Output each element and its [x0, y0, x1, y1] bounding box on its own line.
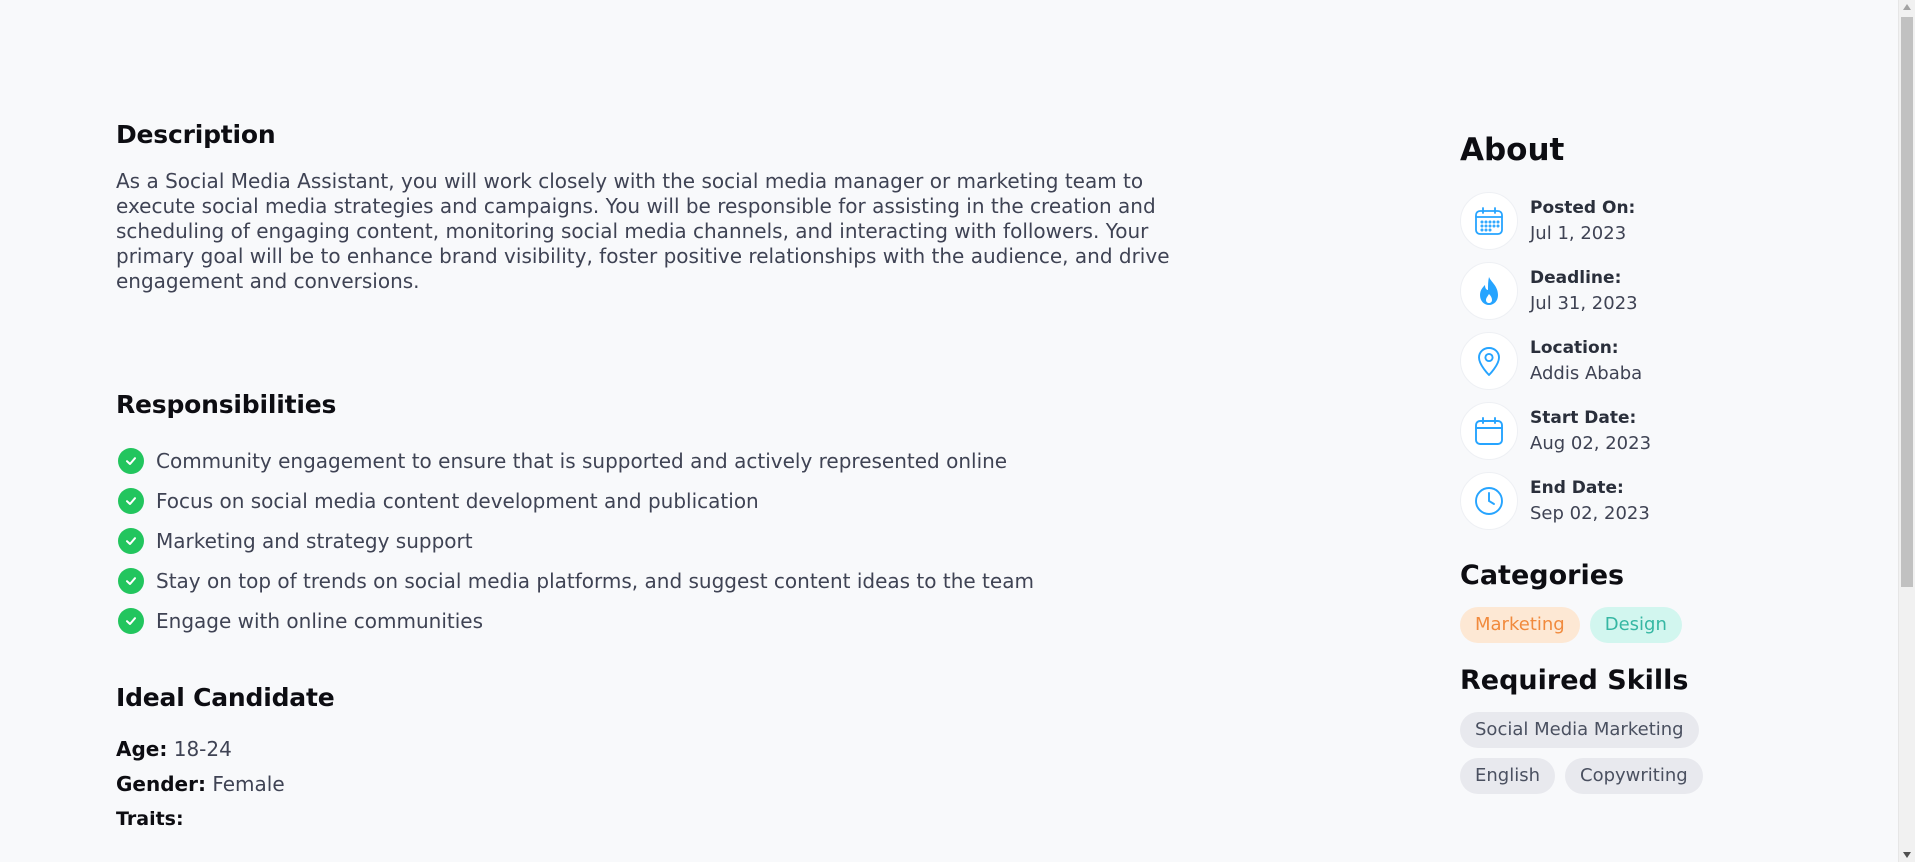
about-label: Posted On: — [1530, 198, 1636, 218]
check-circle-icon — [118, 608, 144, 634]
scroll-down-arrow-icon[interactable] — [1903, 852, 1911, 858]
responsibilities-title: Responsibilities — [116, 390, 337, 419]
about-label: Location: — [1530, 338, 1619, 358]
calendar-icon — [1460, 402, 1518, 460]
responsibility-text: Marketing and strategy support — [156, 529, 473, 553]
about-title: About — [1460, 132, 1565, 168]
about-item-deadline: Deadline: Jul 31, 2023 — [1460, 256, 1760, 326]
gender-row: Gender: Female — [116, 767, 1226, 802]
about-label: Deadline: — [1530, 268, 1622, 288]
fire-icon — [1460, 262, 1518, 320]
about-item-end-date: End Date: Sep 02, 2023 — [1460, 466, 1760, 536]
skills-list: Social Media Marketing English Copywriti… — [1460, 712, 1760, 794]
list-item: Marketing and strategy support — [116, 521, 1226, 561]
age-label: Age: — [116, 737, 168, 761]
about-value: Jul 1, 2023 — [1530, 223, 1627, 244]
check-circle-icon — [118, 488, 144, 514]
scrollbar-thumb[interactable] — [1901, 17, 1913, 587]
about-label: End Date: — [1530, 478, 1624, 498]
list-item: Focus on social media content developmen… — [116, 481, 1226, 521]
skill-chip[interactable]: English — [1460, 758, 1555, 794]
gender-value: Female — [212, 772, 285, 796]
responsibility-text: Engage with online communities — [156, 609, 484, 633]
about-value: Addis Ababa — [1530, 363, 1643, 384]
categories-list: Marketing Design — [1460, 607, 1760, 643]
ideal-candidate-title: Ideal Candidate — [116, 683, 335, 712]
skill-chip[interactable]: Copywriting — [1565, 758, 1703, 794]
about-label: Start Date: — [1530, 408, 1637, 428]
scroll-up-arrow-icon[interactable] — [1903, 4, 1911, 10]
about-item-posted-on: Posted On: Jul 1, 2023 — [1460, 186, 1760, 256]
description-title: Description — [116, 120, 276, 149]
required-skills-title: Required Skills — [1460, 665, 1689, 696]
job-sidebar: About Posted On: Jul 1, 2023 Deadline: J… — [1460, 132, 1760, 794]
about-item-start-date: Start Date: Aug 02, 2023 — [1460, 396, 1760, 466]
about-item-location: Location: Addis Ababa — [1460, 326, 1760, 396]
job-details-main: Description As a Social Media Assistant,… — [116, 120, 1226, 830]
categories-title: Categories — [1460, 560, 1625, 591]
location-pin-icon — [1460, 332, 1518, 390]
about-list: Posted On: Jul 1, 2023 Deadline: Jul 31,… — [1460, 186, 1760, 536]
check-circle-icon — [118, 528, 144, 554]
age-value: 18-24 — [173, 737, 232, 761]
responsibility-text: Community engagement to ensure that is s… — [156, 449, 1008, 473]
responsibilities-list: Community engagement to ensure that is s… — [116, 441, 1226, 641]
traits-label: Traits: — [116, 808, 184, 830]
about-value: Aug 02, 2023 — [1530, 433, 1652, 454]
category-chip-marketing[interactable]: Marketing — [1460, 607, 1580, 643]
category-chip-design[interactable]: Design — [1589, 607, 1682, 643]
age-row: Age: 18-24 — [116, 732, 1226, 767]
clock-icon — [1460, 472, 1518, 530]
responsibility-text: Focus on social media content developmen… — [156, 489, 759, 513]
description-text: As a Social Media Assistant, you will wo… — [116, 169, 1170, 293]
responsibility-text: Stay on top of trends on social media pl… — [156, 569, 1034, 593]
about-value: Jul 31, 2023 — [1530, 293, 1638, 314]
about-value: Sep 02, 2023 — [1530, 503, 1650, 524]
list-item: Community engagement to ensure that is s… — [116, 441, 1226, 481]
calendar-grid-icon — [1460, 192, 1518, 250]
list-item: Stay on top of trends on social media pl… — [116, 561, 1226, 601]
skill-chip[interactable]: Social Media Marketing — [1460, 712, 1699, 748]
check-circle-icon — [118, 568, 144, 594]
gender-label: Gender: — [116, 772, 206, 796]
list-item: Engage with online communities — [116, 601, 1226, 641]
vertical-scrollbar[interactable] — [1898, 0, 1915, 862]
check-circle-icon — [118, 448, 144, 474]
